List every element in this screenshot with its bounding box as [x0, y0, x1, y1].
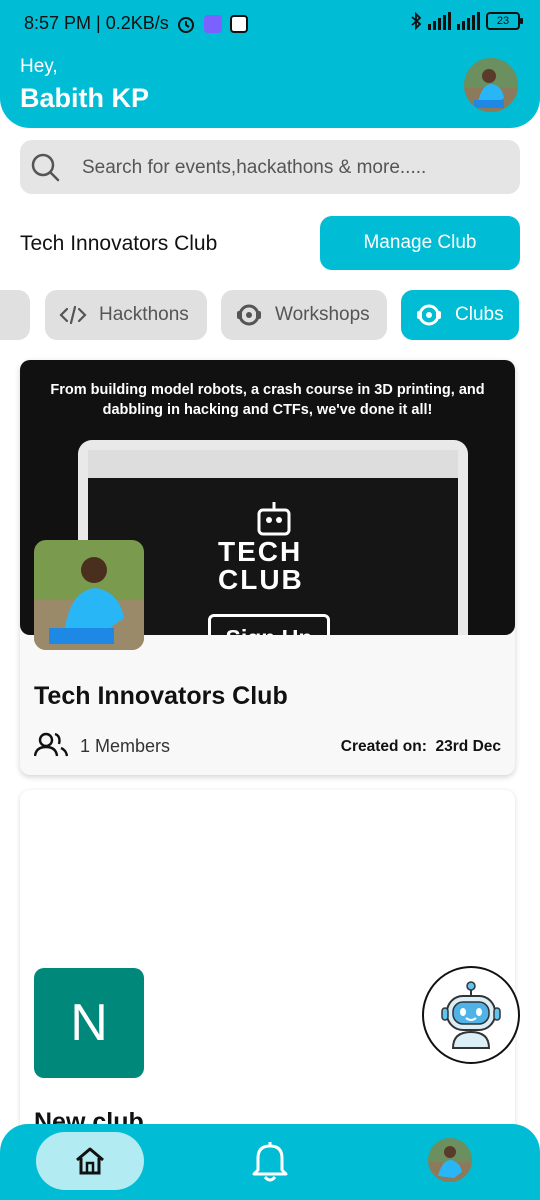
chip-label: Workshops — [275, 304, 370, 325]
member-count: 1 Members — [80, 736, 171, 756]
profile-photo — [464, 58, 518, 112]
user-name: Babith KP — [20, 83, 150, 113]
search-icon — [31, 153, 60, 182]
chip-clubs[interactable]: Clubs — [401, 290, 519, 340]
signal-icon — [428, 12, 451, 30]
club-section-title: Tech Innovators Club — [20, 232, 218, 255]
messenger-icon — [204, 15, 222, 33]
logo-line-2: CLUB — [218, 564, 304, 595]
nav-profile-photo — [428, 1138, 472, 1182]
status-notification-icons — [176, 14, 248, 34]
workshop-icon — [237, 304, 261, 326]
chip-partial[interactable] — [0, 290, 30, 340]
manage-club-button[interactable]: Manage Club — [320, 216, 520, 270]
signup-graphic: Sign Up — [208, 614, 330, 635]
robot-assistant-icon — [441, 981, 501, 1049]
profile-avatar[interactable] — [464, 58, 518, 112]
alarm-icon — [178, 17, 194, 33]
battery-icon: 23 — [486, 12, 523, 30]
banner-text: From building model robots, a crash cour… — [50, 382, 485, 418]
chatbot-button[interactable] — [422, 966, 520, 1064]
status-time: 8:57 PM | 0.2KB/s — [24, 13, 169, 33]
greeting-text: Hey, — [20, 56, 58, 77]
bluetooth-icon — [411, 12, 422, 30]
search-bar[interactable]: Search for events,hackathons & more..... — [20, 140, 520, 194]
club-initial-avatar: N — [34, 968, 144, 1078]
search-input[interactable]: Search for events,hackathons & more..... — [82, 157, 426, 179]
status-bar: 8:57 PM | 0.2KB/s 23 — [0, 0, 540, 48]
nav-home[interactable] — [36, 1132, 144, 1190]
tech-club-logo: TECH CLUB — [218, 538, 304, 594]
home-icon — [76, 1147, 104, 1175]
club-card[interactable]: From building model robots, a crash cour… — [20, 360, 515, 775]
logo-line-1: TECH — [218, 536, 303, 567]
club-avatar — [34, 540, 144, 650]
chip-workshops[interactable]: Workshops — [221, 290, 387, 340]
chip-label: Hackthons — [99, 304, 189, 325]
app-notification-icon — [230, 15, 248, 33]
created-value: 23rd Dec — [435, 738, 501, 755]
notification-bell-icon[interactable] — [248, 1138, 292, 1184]
clubs-icon — [417, 304, 441, 326]
robot-icon — [257, 502, 291, 536]
club-avatar-photo — [34, 540, 144, 650]
created-date: Created on: 23rd Dec — [341, 738, 501, 756]
club-card[interactable]: N New club — [20, 790, 515, 1150]
nav-profile-avatar[interactable] — [428, 1138, 472, 1182]
club-name: Tech Innovators Club — [34, 682, 288, 710]
members-icon — [34, 732, 68, 757]
chip-hackathons[interactable]: Hackthons — [45, 290, 207, 340]
signal-2-icon — [457, 12, 480, 30]
browser-bar — [88, 450, 458, 478]
code-icon — [59, 305, 87, 325]
created-label: Created on: — [340, 738, 427, 755]
chip-label: Clubs — [455, 304, 504, 325]
category-chips: Hackthons Workshops Clubs — [0, 290, 540, 342]
status-system-icons: 23 — [410, 12, 523, 30]
bottom-navigation — [0, 1124, 540, 1200]
